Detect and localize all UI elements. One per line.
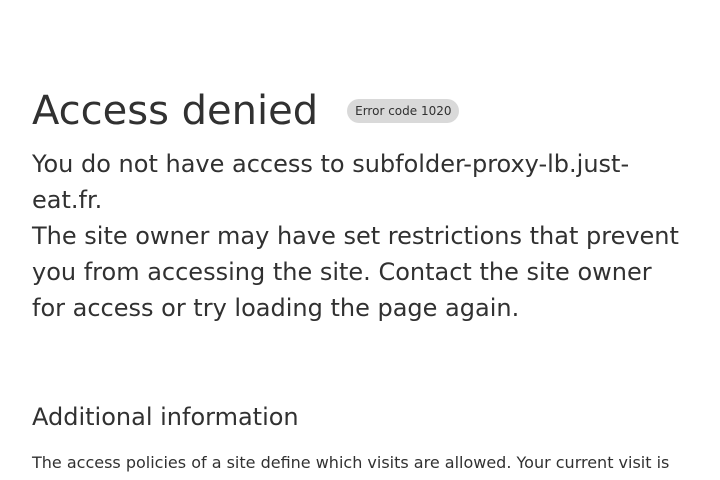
error-page: Access denied Error code 1020 You do not…	[0, 0, 720, 480]
title-row: Access denied Error code 1020	[32, 86, 460, 136]
additional-info-title: Additional information	[32, 403, 299, 431]
error-code-badge: Error code 1020	[347, 99, 460, 123]
restriction-message: The site owner may have set restrictions…	[32, 222, 679, 322]
access-message: You do not have access to subfolder-prox…	[32, 150, 630, 214]
error-message: You do not have access to subfolder-prox…	[32, 146, 692, 326]
additional-info-text: The access policies of a site define whi…	[32, 453, 670, 472]
page-title: Access denied	[32, 88, 319, 134]
